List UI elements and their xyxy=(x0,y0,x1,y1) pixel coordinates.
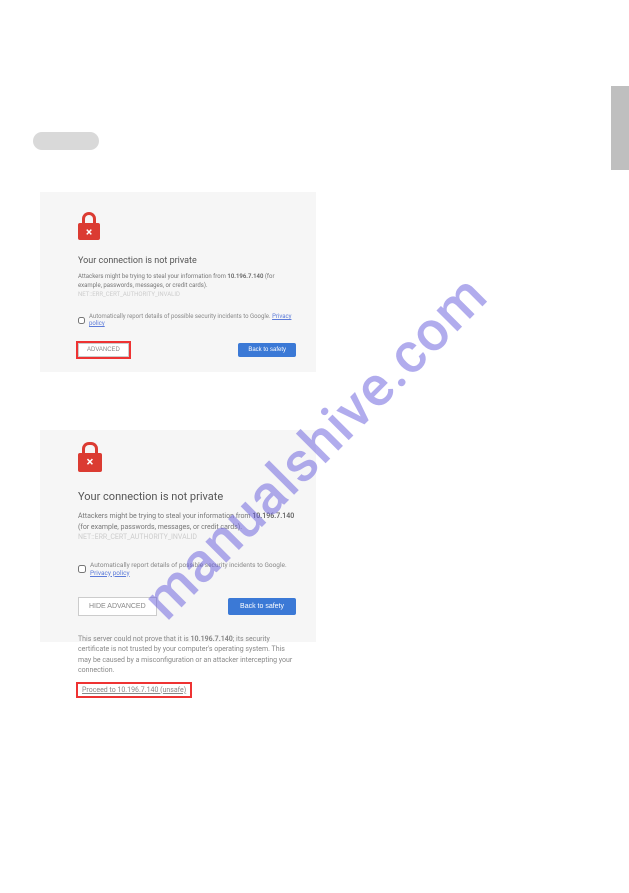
hide-advanced-button[interactable]: HIDE ADVANCED xyxy=(78,597,157,616)
ssl-warning-panel-1: × Your connection is not private Attacke… xyxy=(40,192,316,372)
warning-description: Attackers might be trying to steal your … xyxy=(78,272,296,299)
ip-address: 10.196.7.140 xyxy=(252,512,294,520)
ssl-warning-panel-2: × Your connection is not private Attacke… xyxy=(40,430,316,642)
desc-text: (for example, passwords, messages, or cr… xyxy=(78,523,242,531)
back-to-safety-button[interactable]: Back to safety xyxy=(238,343,296,357)
explain-text: This server could not prove that it is xyxy=(78,635,191,643)
auto-report-row: Automatically report details of possible… xyxy=(78,561,296,577)
lock-x-icon: × xyxy=(78,442,102,472)
button-row: HIDE ADVANCED Back to safety xyxy=(78,597,296,616)
auto-report-checkbox[interactable] xyxy=(78,565,86,573)
warning-heading: Your connection is not private xyxy=(78,256,296,266)
privacy-policy-link[interactable]: Privacy policy xyxy=(90,569,130,577)
check-text: Automatically report details of possible… xyxy=(90,561,287,569)
lock-x-icon: × xyxy=(78,212,100,240)
warning-description: Attackers might be trying to steal your … xyxy=(78,511,296,543)
advanced-button[interactable]: ADVANCED xyxy=(78,343,129,357)
advanced-explanation: This server could not prove that it is 1… xyxy=(78,634,296,676)
auto-report-checkbox[interactable] xyxy=(78,317,85,324)
auto-report-label: Automatically report details of possible… xyxy=(89,313,296,327)
error-code: NET::ERR_CERT_AUTHORITY_INVALID xyxy=(78,291,180,298)
button-row: ADVANCED Back to safety xyxy=(78,343,296,357)
warning-heading: Your connection is not private xyxy=(78,490,296,503)
ip-address: 10.196.7.140 xyxy=(227,273,263,280)
ip-address: 10.196.7.140 xyxy=(191,635,233,643)
auto-report-row: Automatically report details of possible… xyxy=(78,313,296,327)
scrollbar[interactable] xyxy=(611,86,629,170)
auto-report-label: Automatically report details of possible… xyxy=(90,561,296,577)
desc-text: Attackers might be trying to steal your … xyxy=(78,273,227,280)
check-text: Automatically report details of possible… xyxy=(89,313,272,320)
desc-text: Attackers might be trying to steal your … xyxy=(78,512,252,520)
redacted-label xyxy=(33,132,99,150)
proceed-unsafe-link[interactable]: Proceed to 10.196.7.140 (unsafe) xyxy=(78,684,190,696)
back-to-safety-button[interactable]: Back to safety xyxy=(228,598,296,615)
error-code: NET::ERR_CERT_AUTHORITY_INVALID xyxy=(78,533,197,541)
